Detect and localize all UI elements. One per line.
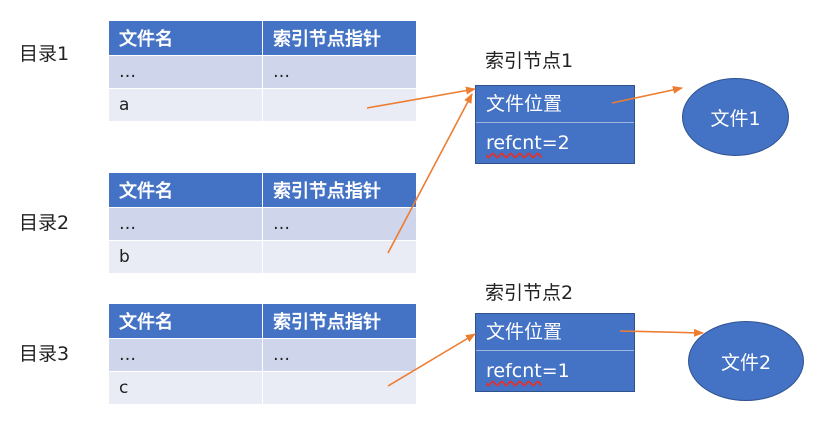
arrows-layer (366, 85, 704, 387)
arrow-b-to-inode1 (387, 93, 473, 254)
arrow-c-to-inode2 (387, 333, 476, 387)
arrow-inode1-to-file1 (611, 85, 683, 104)
arrow-a-to-inode1 (366, 86, 476, 109)
arrow-inode2-to-file2 (619, 328, 704, 337)
